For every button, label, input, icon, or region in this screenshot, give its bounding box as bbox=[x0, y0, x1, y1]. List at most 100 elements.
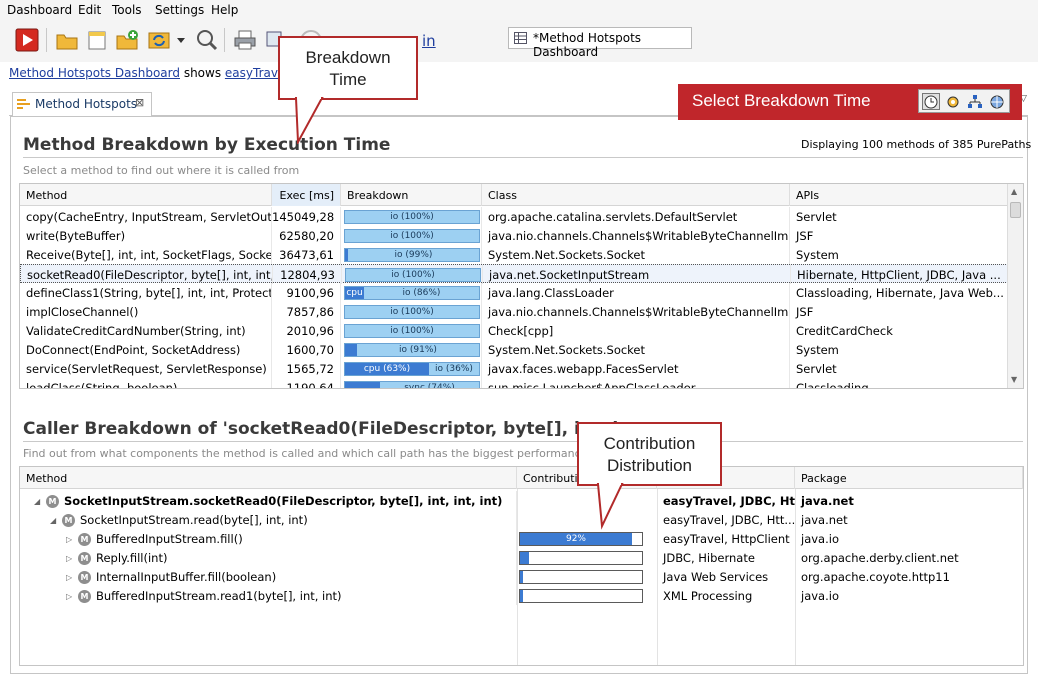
tree-row[interactable]: ▷ M InternalInputBuffer.fill(boolean) Java … bbox=[20, 567, 1023, 586]
col-caller-method[interactable]: Method bbox=[20, 467, 517, 489]
play-icon bbox=[15, 28, 39, 52]
breakdown-segment-cpu bbox=[345, 344, 357, 356]
breakdown-bar: cpu io (86%) bbox=[344, 286, 480, 300]
add-button[interactable] bbox=[114, 27, 140, 53]
breakdown-segment-io: io (100%) bbox=[390, 307, 434, 317]
collapsed-triangle-icon[interactable]: ▷ bbox=[66, 535, 78, 544]
table-icon bbox=[514, 32, 527, 44]
method-table-scrollbar[interactable]: ▲ ▼ bbox=[1007, 184, 1023, 388]
components-cell: easyTravel, JDBC, Htt... bbox=[663, 513, 795, 527]
tree-row[interactable]: ▷ M BufferedInputStream.read1(byte[], int,… bbox=[20, 586, 1023, 605]
menu-bar: Dashboard Edit Tools Settings Help bbox=[0, 0, 1038, 20]
breakdown-cell: cpu io (86%) bbox=[341, 283, 482, 302]
close-icon[interactable]: ⊠ bbox=[135, 96, 144, 109]
hierarchy-breakdown-button[interactable] bbox=[967, 94, 983, 114]
menu-settings[interactable]: Settings bbox=[155, 3, 204, 17]
col-class[interactable]: Class bbox=[482, 184, 790, 206]
dashboard-tab[interactable]: *Method Hotspots Dashboard bbox=[508, 27, 692, 59]
search-button[interactable] bbox=[194, 27, 220, 53]
breakdown-callout-pointer bbox=[294, 96, 324, 144]
col-apis[interactable]: APIs bbox=[790, 184, 1008, 206]
breakdown-bar: io (99%) bbox=[344, 248, 480, 262]
tree-row[interactable]: ▷ M Reply.fill(int) JDBC, Hibernate org.apac… bbox=[20, 548, 1023, 567]
api-breakdown-button[interactable] bbox=[945, 94, 961, 114]
method-table-row[interactable]: defineClass1(String, byte[], int, int, P… bbox=[20, 283, 1008, 302]
method-table-row[interactable]: Receive(Byte[], int, int, SocketFlags, S… bbox=[20, 245, 1008, 264]
tab-method-hotspots[interactable]: Method Hotspots ⊠ bbox=[12, 92, 152, 116]
tree-method-cell: ◢ M SocketInputStream.socketRead0(FileDesc… bbox=[20, 491, 517, 510]
shows-text: shows bbox=[183, 66, 222, 80]
col-package[interactable]: Package bbox=[795, 467, 1023, 489]
col-exec[interactable]: Exec [ms] bbox=[272, 184, 341, 206]
method-table-row[interactable]: service(ServletRequest, ServletResponse)… bbox=[20, 359, 1008, 378]
exec-time-cell: 2010,96 bbox=[272, 321, 341, 340]
web-breakdown-button[interactable] bbox=[989, 94, 1005, 114]
method-table-row[interactable]: copy(CacheEntry, InputStream, ServletOut… bbox=[20, 207, 1008, 226]
method-table-row[interactable]: loadClass(String, boolean) 1190,64 sync (7… bbox=[20, 378, 1008, 388]
class-cell: java.net.SocketInputStream bbox=[483, 265, 791, 284]
breakdown-segment-io: io (99%) bbox=[394, 250, 433, 260]
col-breakdown[interactable]: Breakdown bbox=[341, 184, 482, 206]
col-method[interactable]: Method bbox=[20, 184, 272, 206]
tree-method-label: InternalInputBuffer.fill(boolean) bbox=[96, 570, 277, 584]
method-icon: M bbox=[78, 533, 91, 546]
package-cell: java.net bbox=[801, 494, 854, 508]
method-table-row[interactable]: socketRead0(FileDescriptor, byte[], int,… bbox=[20, 264, 1009, 284]
breakdown-segment-io: io (100%) bbox=[391, 270, 435, 280]
scrollbar-thumb[interactable] bbox=[1010, 202, 1021, 218]
menu-help[interactable]: Help bbox=[211, 3, 238, 17]
tree-row[interactable]: ▷ M BufferedInputStream.fill() 92% easyTrave… bbox=[20, 529, 1023, 548]
menu-edit[interactable]: Edit bbox=[78, 3, 101, 17]
scroll-down-icon[interactable]: ▼ bbox=[1011, 375, 1017, 384]
breakdown-segment-cpu bbox=[345, 382, 380, 388]
method-table-row[interactable]: DoConnect(EndPoint, SocketAddress) 1600,7… bbox=[20, 340, 1008, 359]
method-name-cell: defineClass1(String, byte[], int, int, P… bbox=[20, 283, 272, 302]
contribution-fill bbox=[520, 590, 523, 602]
method-section-title: Method Breakdown by Execution Time bbox=[23, 135, 391, 155]
new-dashboard-button[interactable] bbox=[84, 27, 110, 53]
tree-method-label: BufferedInputStream.fill() bbox=[96, 532, 243, 546]
method-table-row[interactable]: write(ByteBuffer) 62580,20 io (100%) java.n… bbox=[20, 226, 1008, 245]
apis-cell: System bbox=[790, 340, 1008, 359]
print-button[interactable] bbox=[232, 27, 258, 53]
expanded-triangle-icon[interactable]: ◢ bbox=[50, 516, 62, 525]
dashboard-link[interactable]: Method Hotspots Dashboard bbox=[9, 66, 180, 80]
open-folder-button[interactable] bbox=[54, 27, 80, 53]
method-name-cell: service(ServletRequest, ServletResponse) bbox=[20, 359, 272, 378]
breakdown-bar: cpu (63%) io (36%) bbox=[344, 362, 480, 376]
package-cell: java.io bbox=[801, 532, 839, 546]
breakdown-bar: sync (74%) bbox=[344, 381, 480, 388]
class-cell: java.lang.ClassLoader bbox=[482, 283, 790, 302]
sync-dropdown[interactable] bbox=[174, 27, 188, 53]
tree-row[interactable]: ◢ M SocketInputStream.read(byte[], int, in… bbox=[20, 510, 1023, 529]
play-button[interactable] bbox=[14, 27, 40, 53]
contribution-fill bbox=[520, 552, 529, 564]
time-breakdown-button[interactable] bbox=[922, 93, 940, 110]
menu-dashboard[interactable]: Dashboard bbox=[7, 3, 72, 17]
exec-time-cell: 1565,72 bbox=[272, 359, 341, 378]
method-table-row[interactable]: ValidateCreditCardNumber(String, int) 201… bbox=[20, 321, 1008, 340]
breakdown-callout-text: Breakdown Time bbox=[305, 48, 391, 89]
contribution-fill bbox=[520, 571, 523, 583]
expanded-triangle-icon[interactable]: ◢ bbox=[34, 497, 46, 506]
method-table-row[interactable]: implCloseChannel() 7857,86 io (100%) java.n… bbox=[20, 302, 1008, 321]
exec-time-cell: 1190,64 bbox=[272, 378, 341, 388]
select-breakdown-callout: Select Breakdown Time bbox=[678, 84, 1022, 120]
menu-tools[interactable]: Tools bbox=[112, 3, 142, 17]
collapsed-triangle-icon[interactable]: ▷ bbox=[66, 573, 78, 582]
method-icon: M bbox=[78, 552, 91, 565]
contribution-callout-pointer bbox=[596, 482, 624, 530]
tree-row[interactable]: ◢ M SocketInputStream.socketRead0(FileDesc… bbox=[20, 491, 1023, 510]
toolbar-link[interactable]: in bbox=[422, 32, 436, 50]
breakdown-mode-toolbar bbox=[918, 89, 1010, 113]
class-cell: org.apache.catalina.servlets.DefaultServ… bbox=[482, 207, 790, 226]
method-name-cell: copy(CacheEntry, InputStream, ServletOut… bbox=[20, 207, 272, 226]
exec-time-cell: 36473,61 bbox=[272, 245, 341, 264]
components-cell: JDBC, Hibernate bbox=[663, 551, 755, 565]
scroll-up-icon[interactable]: ▲ bbox=[1011, 187, 1017, 196]
breakdown-segment-io: io (100%) bbox=[390, 212, 434, 222]
collapsed-triangle-icon[interactable]: ▷ bbox=[66, 592, 78, 601]
sync-button[interactable] bbox=[146, 27, 172, 53]
collapsed-triangle-icon[interactable]: ▷ bbox=[66, 554, 78, 563]
chevron-down-icon bbox=[177, 38, 185, 43]
